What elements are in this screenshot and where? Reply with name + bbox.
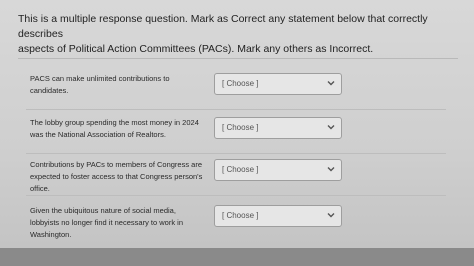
quiz-page: This is a multiple response question. Ma… xyxy=(0,0,474,266)
question-prompt: This is a multiple response question. Ma… xyxy=(18,12,458,57)
chevron-down-icon xyxy=(327,125,335,130)
statement-text: The lobby group spending the most money … xyxy=(30,118,199,139)
answer-select[interactable]: [ Choose ] xyxy=(214,73,342,95)
select-value: [ Choose ] xyxy=(222,211,259,220)
statement-row: Given the ubiquitous nature of social me… xyxy=(26,197,446,241)
chevron-down-icon xyxy=(327,213,335,218)
bottom-bezel xyxy=(0,248,474,266)
statement-text: Given the ubiquitous nature of social me… xyxy=(30,206,183,239)
select-value: [ Choose ] xyxy=(222,165,259,174)
statement-text: PACS can make unlimited contributions to… xyxy=(30,74,170,95)
chevron-down-icon xyxy=(327,167,335,172)
statement-row: Contributions by PACs to members of Cong… xyxy=(26,151,446,196)
question-line-1: This is a multiple response question. Ma… xyxy=(18,13,428,40)
answer-select[interactable]: [ Choose ] xyxy=(214,205,342,227)
select-value: [ Choose ] xyxy=(222,79,259,88)
matching-card: PACS can make unlimited contributions to… xyxy=(18,58,458,249)
answer-select[interactable]: [ Choose ] xyxy=(214,117,342,139)
chevron-down-icon xyxy=(327,81,335,86)
select-value: [ Choose ] xyxy=(222,123,259,132)
statement-row: PACS can make unlimited contributions to… xyxy=(26,65,446,110)
statement-text: Contributions by PACs to members of Cong… xyxy=(30,160,203,193)
answer-select[interactable]: [ Choose ] xyxy=(214,159,342,181)
statement-row: The lobby group spending the most money … xyxy=(26,109,446,154)
question-line-2: aspects of Political Action Committees (… xyxy=(18,43,374,55)
